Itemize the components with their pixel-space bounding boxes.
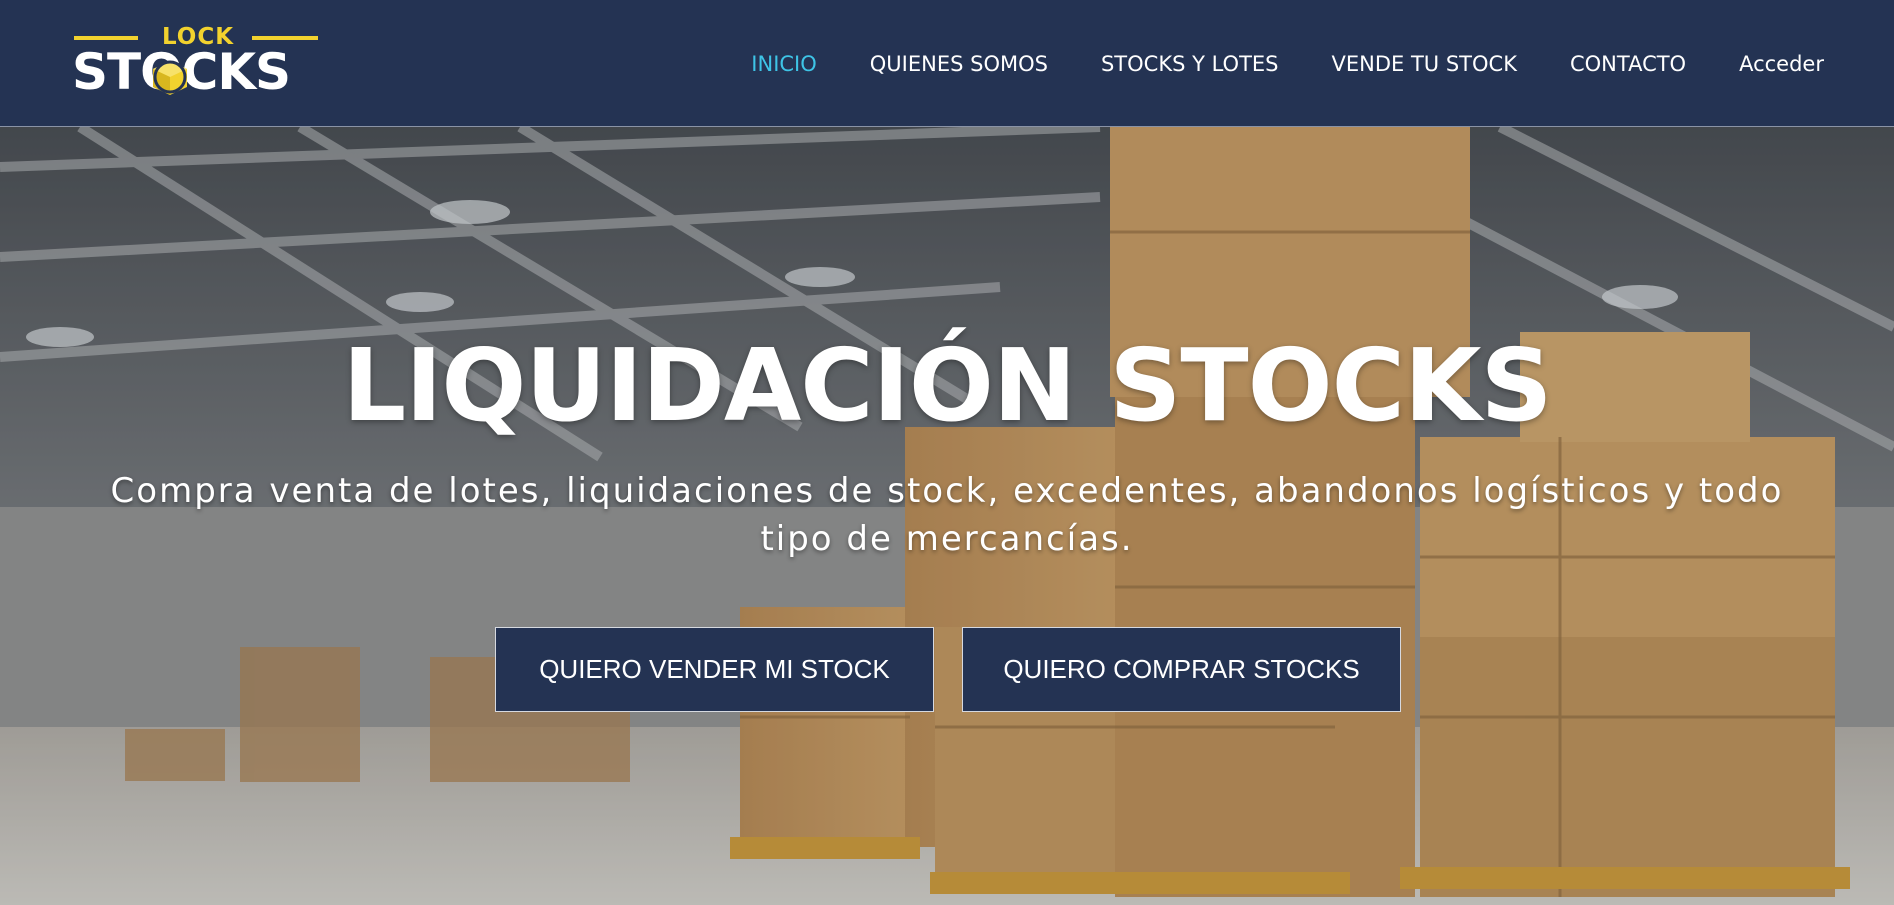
nav-item-acceder[interactable]: Acceder <box>1739 52 1824 76</box>
logo-stocks-text: STOCKS <box>72 46 322 98</box>
nav-item-stocks-y-lotes[interactable]: STOCKS Y LOTES <box>1101 52 1279 76</box>
hero-subtitle: Compra venta de lotes, liquidaciones de … <box>70 467 1824 563</box>
nav-item-quienes-somos[interactable]: QUIENES SOMOS <box>870 52 1048 76</box>
buy-stocks-button[interactable]: QUIERO COMPRAR STOCKS <box>962 627 1401 712</box>
nav-item-contacto[interactable]: CONTACTO <box>1570 52 1686 76</box>
nav-item-inicio[interactable]: INICIO <box>751 52 816 76</box>
lockstocks-logo[interactable]: LOCK STOCKS <box>72 24 322 98</box>
site-header: LOCK STOCKS INICIO QUIENES SOMOS STOCKS … <box>0 0 1894 127</box>
hero-subtitle-line2: tipo de mercancías. <box>760 519 1134 559</box>
box-icon <box>153 60 187 95</box>
hero-title: LIQUIDACIÓN STOCKS <box>342 327 1552 444</box>
hero-subtitle-line1: Compra venta de lotes, liquidaciones de … <box>110 471 1784 511</box>
nav-item-vende-tu-stock[interactable]: VENDE TU STOCK <box>1332 52 1517 76</box>
main-nav: INICIO QUIENES SOMOS STOCKS Y LOTES VEND… <box>698 0 1824 127</box>
hero-section: LIQUIDACIÓN STOCKS Compra venta de lotes… <box>0 127 1894 905</box>
sell-stock-button[interactable]: QUIERO VENDER MI STOCK <box>495 627 934 712</box>
